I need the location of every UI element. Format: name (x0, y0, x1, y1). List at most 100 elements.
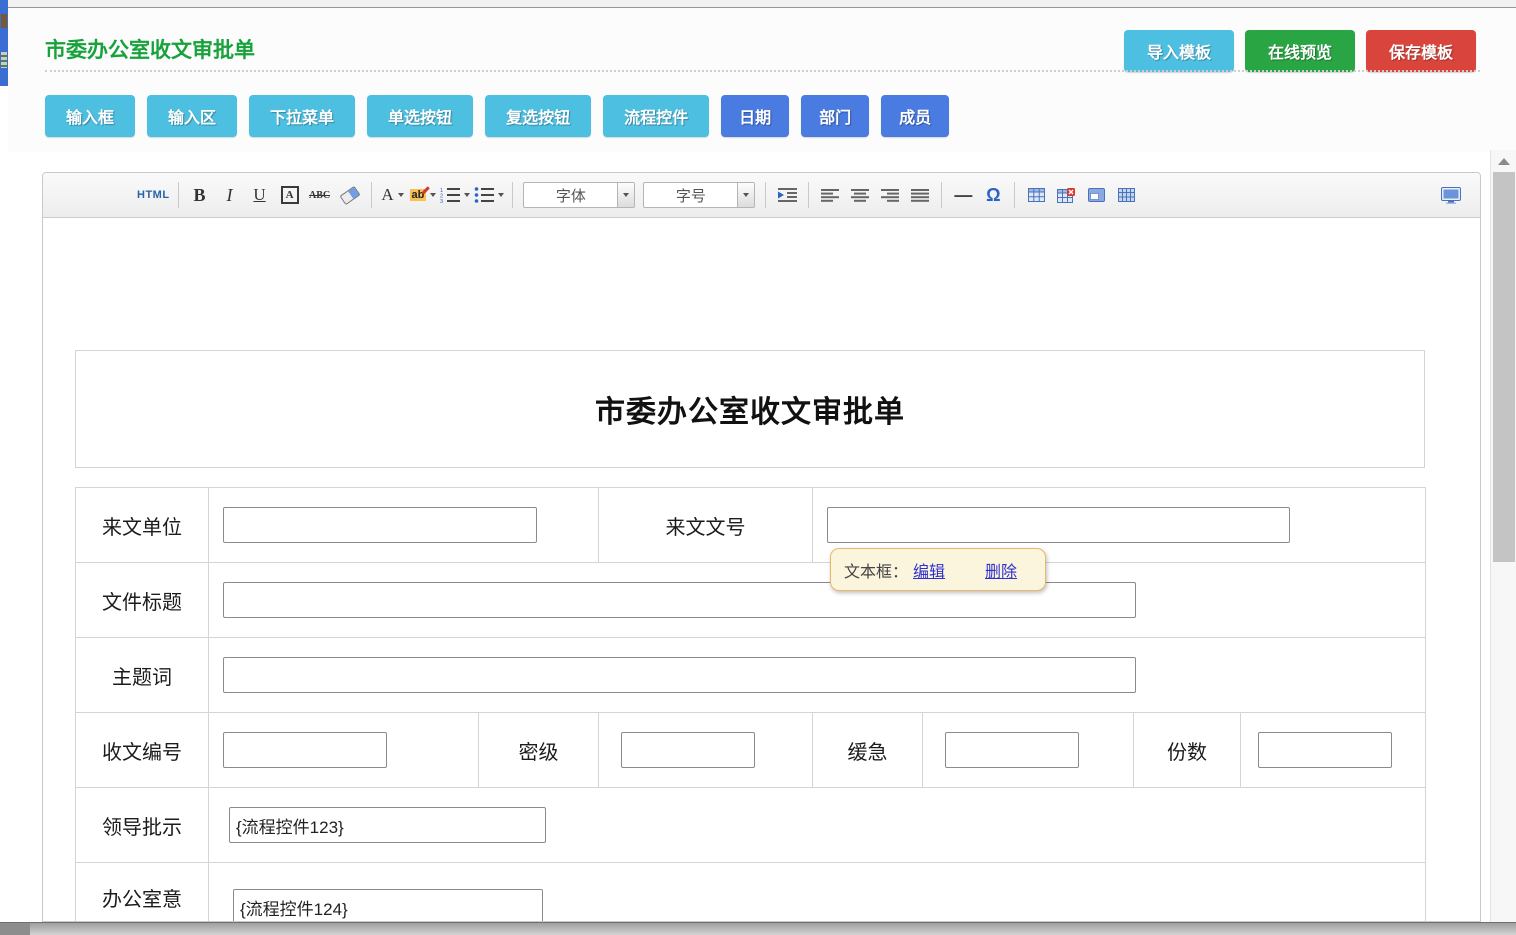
highlight-color-icon[interactable]: ab (410, 181, 437, 209)
toolbar-separator (941, 182, 942, 208)
align-right-icon[interactable] (877, 181, 903, 209)
source-code-icon[interactable]: HTML (137, 181, 170, 209)
save-template-button[interactable]: 保存模板 (1366, 30, 1476, 72)
insert-table-icon[interactable] (1023, 181, 1049, 209)
add-department-button[interactable]: 部门 (801, 95, 869, 137)
align-center-icon[interactable] (847, 181, 873, 209)
field-action-tooltip: 文本框： 编辑 删除 (830, 548, 1046, 591)
page-title: 市委办公室收文审批单 (45, 34, 255, 64)
background-window-edge (0, 0, 8, 86)
toolbar-separator (1014, 182, 1015, 208)
divider (45, 70, 1480, 72)
fullscreen-icon[interactable] (1438, 181, 1464, 209)
input-urgency[interactable] (945, 732, 1079, 768)
add-checkbox-button[interactable]: 复选按钮 (485, 95, 591, 137)
input-sender-unit[interactable] (223, 507, 537, 543)
field-toolbox: 输入框 输入区 下拉菜单 单选按钮 复选按钮 流程控件 日期 部门 成员 (45, 95, 949, 137)
special-character-icon[interactable]: Ω (980, 181, 1006, 209)
input-leader-instructions[interactable] (229, 807, 546, 843)
input-office-opinion[interactable] (233, 889, 543, 922)
add-radio-button[interactable]: 单选按钮 (367, 95, 473, 137)
online-preview-button[interactable]: 在线预览 (1245, 30, 1355, 72)
align-left-icon[interactable] (817, 181, 843, 209)
pencil-icon (422, 186, 430, 194)
font-size-select[interactable]: 字号 (643, 182, 755, 208)
align-justify-icon[interactable] (907, 181, 933, 209)
label-copies: 份数 (1134, 713, 1241, 788)
header: 市委办公室收文审批单 导入模板 在线预览 保存模板 输入框 输入区 下拉菜单 单… (8, 8, 1516, 152)
underline-icon[interactable]: U (247, 181, 273, 209)
import-template-button[interactable]: 导入模板 (1124, 30, 1234, 72)
input-subject-words[interactable] (223, 657, 1136, 693)
form-title-box: 市委办公室收文审批单 (75, 350, 1425, 468)
delete-field-link[interactable]: 删除 (985, 558, 1017, 582)
toolbar-separator (178, 182, 179, 208)
add-dropdown-button[interactable]: 下拉菜单 (249, 95, 355, 137)
toolbar-separator (371, 182, 372, 208)
font-color-icon[interactable]: A (380, 181, 406, 209)
form-title: 市委办公室收文审批单 (595, 387, 905, 431)
tooltip-label: 文本框： (844, 558, 908, 582)
input-doc-number[interactable] (827, 507, 1290, 543)
label-doc-number: 来文文号 (599, 488, 813, 563)
label-secrecy-level: 密级 (479, 713, 599, 788)
template-editor-screen: 市委办公室收文审批单 导入模板 在线预览 保存模板 输入框 输入区 下拉菜单 单… (0, 0, 1516, 935)
taskbar-edge (0, 922, 1516, 935)
add-input-box-button[interactable]: 输入框 (45, 95, 135, 137)
label-leader-instructions: 领导批示 (76, 788, 209, 863)
chevron-down-icon (464, 193, 470, 197)
table-row: 领导批示 (76, 788, 1426, 863)
add-member-button[interactable]: 成员 (881, 95, 949, 137)
background-window-icon (1, 52, 7, 68)
scroll-up-icon[interactable] (1498, 158, 1510, 165)
editor-toolbar: HTML B I U A ABC A ab 1 2 3 (43, 173, 1480, 218)
strikethrough-icon[interactable]: ABC (307, 181, 333, 209)
label-sender-unit: 来文单位 (76, 488, 209, 563)
label-receive-number: 收文编号 (76, 713, 209, 788)
editor-canvas[interactable]: 市委办公室收文审批单 来文单位 来文文号 文件标题 主 (43, 218, 1480, 921)
label-office-opinion: 办公室意 (76, 863, 209, 923)
italic-icon[interactable]: I (217, 181, 243, 209)
horizontal-rule-icon[interactable]: — (950, 181, 976, 209)
label-subject-words: 主题词 (76, 638, 209, 713)
add-textarea-button[interactable]: 输入区 (147, 95, 237, 137)
remove-format-icon[interactable] (337, 181, 363, 209)
chevron-down-icon (743, 193, 749, 197)
format-block-icon[interactable]: A (277, 181, 303, 209)
svg-text:3: 3 (440, 199, 443, 203)
toolbar-separator (512, 182, 513, 208)
input-copies[interactable] (1258, 732, 1392, 768)
chevron-down-icon (623, 193, 629, 197)
label-urgency: 缓急 (813, 713, 923, 788)
input-receive-number[interactable] (223, 732, 387, 768)
background-window-icon (1, 14, 7, 28)
unordered-list-icon[interactable] (474, 181, 504, 209)
chevron-down-icon (398, 193, 404, 197)
ordered-list-icon[interactable]: 1 2 3 (440, 181, 470, 209)
table-row: 收文编号 密级 缓急 份数 (76, 713, 1426, 788)
indent-icon[interactable] (774, 181, 800, 209)
toolbar-separator (808, 182, 809, 208)
table-row: 文件标题 (76, 563, 1426, 638)
toolbar-separator (765, 182, 766, 208)
taskbar-corner (0, 923, 30, 935)
table-row: 来文单位 来文文号 (76, 488, 1426, 563)
table-properties-icon[interactable] (1083, 181, 1109, 209)
bold-icon[interactable]: B (187, 181, 213, 209)
add-date-button[interactable]: 日期 (721, 95, 789, 137)
browser-chrome-edge (0, 0, 1516, 8)
chevron-down-icon (430, 193, 436, 197)
edit-field-link[interactable]: 编辑 (913, 558, 945, 582)
input-secrecy-level[interactable] (621, 732, 755, 768)
chevron-down-icon (498, 193, 504, 197)
vertical-scrollbar[interactable] (1490, 150, 1516, 935)
cell-properties-icon[interactable] (1113, 181, 1139, 209)
table-row: 主题词 (76, 638, 1426, 713)
add-flow-control-button[interactable]: 流程控件 (603, 95, 709, 137)
table-row: 办公室意 (76, 863, 1426, 923)
scrollbar-thumb[interactable] (1493, 172, 1515, 562)
header-actions: 导入模板 在线预览 保存模板 (1124, 30, 1476, 72)
delete-table-icon[interactable] (1053, 181, 1079, 209)
font-family-select[interactable]: 字体 (523, 182, 635, 208)
approval-form-table: 来文单位 来文文号 文件标题 主题词 收文编号 密级 (75, 487, 1426, 922)
